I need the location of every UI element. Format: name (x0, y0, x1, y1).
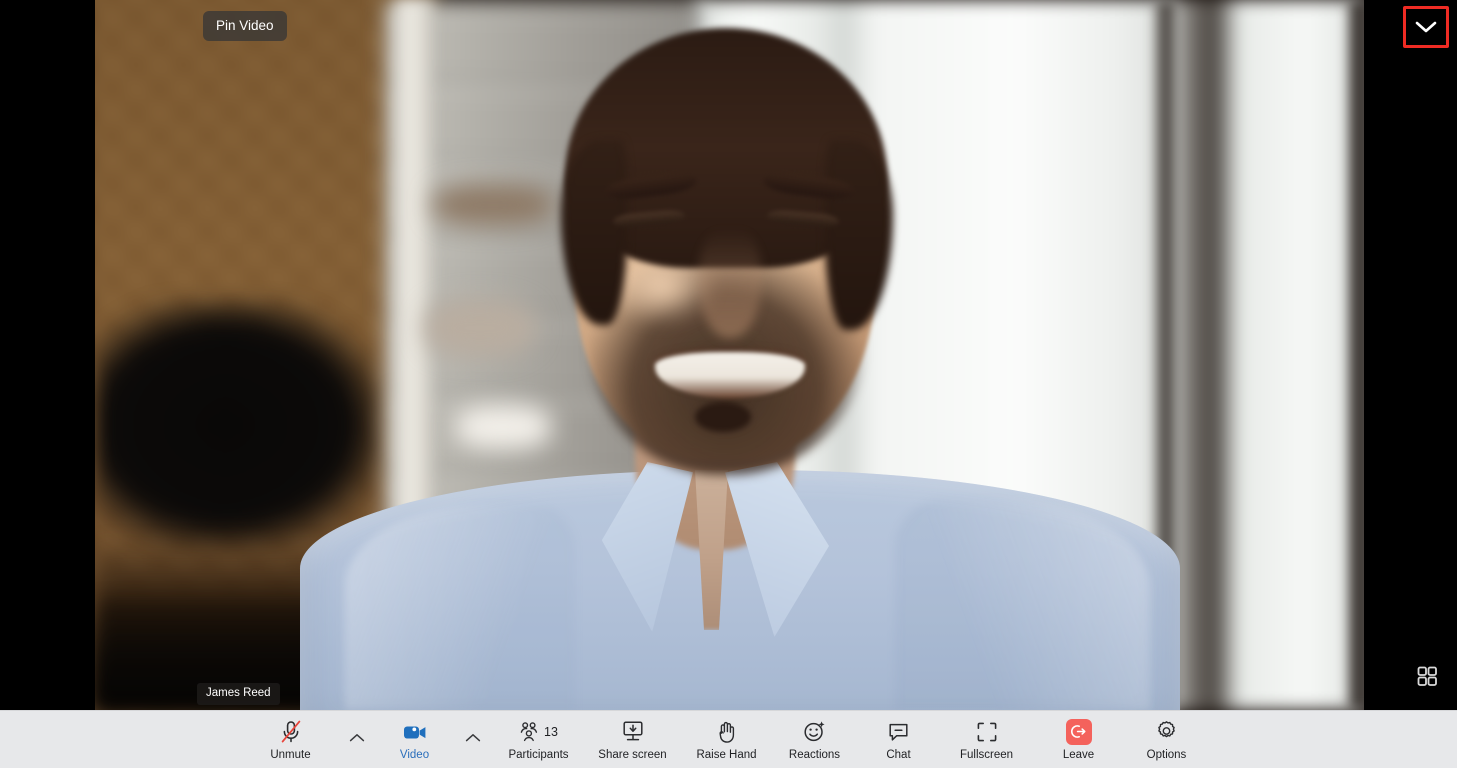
grid-view-button[interactable] (1409, 658, 1445, 694)
toolbar-label-mute: Unmute (270, 748, 311, 761)
toolbar-item-chat[interactable]: Chat (859, 711, 939, 761)
participant-portrait (95, 0, 1364, 710)
toolbar-item-mute[interactable]: Unmute (247, 711, 335, 761)
participants-icon-group: 13 (519, 719, 558, 745)
video-stage: Pin Video James Reed (0, 0, 1457, 710)
shirt-fold-right (895, 500, 1150, 710)
toolbar-item-reactions[interactable]: Reactions (771, 711, 859, 761)
mute-options-caret[interactable] (335, 711, 379, 743)
toolbar-item-leave[interactable]: Leave (1035, 711, 1123, 761)
toolbar-label-video: Video (399, 748, 430, 761)
leave-icon (1071, 725, 1086, 738)
reactions-icon (803, 719, 827, 745)
toolbar-label-leave: Leave (1062, 748, 1095, 761)
participant-hair-right (825, 140, 893, 330)
leave-button-chip (1065, 718, 1092, 745)
grid-view-icon (1417, 666, 1437, 686)
fullscreen-icon (976, 719, 998, 745)
raise-hand-icon (716, 719, 738, 745)
toolbar-label-reactions: Reactions (788, 748, 841, 761)
chat-icon (887, 719, 910, 745)
video-options-caret[interactable] (451, 711, 495, 743)
toolbar-items: Unmute Video 13 Participants Share scree… (247, 711, 1211, 768)
video-conference-app: Pin Video James Reed Unmute Video 13 Par… (0, 0, 1457, 768)
toolbar-label-raise-hand: Raise Hand (696, 748, 757, 761)
pin-video-label: Pin Video (216, 18, 274, 33)
pin-video-button[interactable]: Pin Video (203, 11, 287, 41)
main-video-tile[interactable]: Pin Video James Reed (95, 0, 1364, 710)
camera-icon (402, 719, 428, 745)
toolbar-label-chat: Chat (886, 748, 911, 761)
toolbar-item-participants[interactable]: 13 Participants (495, 711, 583, 761)
toolbar-item-raise-hand[interactable]: Raise Hand (683, 711, 771, 761)
shirt-fold-left (345, 505, 575, 710)
participant-hair-left (561, 140, 627, 325)
toolbar-item-share-screen[interactable]: Share screen (583, 711, 683, 761)
microphone-muted-icon (280, 719, 302, 745)
participant-name-label: James Reed (206, 687, 271, 699)
participants-icon (520, 721, 538, 741)
participants-count: 13 (544, 724, 558, 739)
participant-nose (699, 228, 761, 338)
share-screen-icon (621, 719, 645, 745)
toolbar-item-options[interactable]: Options (1123, 711, 1211, 761)
collapse-panel-button[interactable] (1406, 9, 1446, 45)
toolbar-label-options: Options (1146, 748, 1187, 761)
toolbar-item-fullscreen[interactable]: Fullscreen (939, 711, 1035, 761)
toolbar-label-fullscreen: Fullscreen (959, 748, 1014, 761)
participant-soul-patch (695, 402, 751, 432)
chevron-up-icon (465, 733, 480, 741)
chevron-down-icon (1415, 21, 1437, 33)
leave-icon-wrap (1065, 718, 1092, 745)
gear-icon (1155, 719, 1178, 745)
chevron-up-icon (349, 733, 364, 741)
toolbar-item-video[interactable]: Video (379, 711, 451, 761)
participant-name-badge: James Reed (197, 683, 280, 705)
toolbar-label-participants: Participants (508, 748, 569, 761)
toolbar-label-share-screen: Share screen (598, 748, 667, 761)
meeting-toolbar: Unmute Video 13 Participants Share scree… (0, 710, 1457, 768)
